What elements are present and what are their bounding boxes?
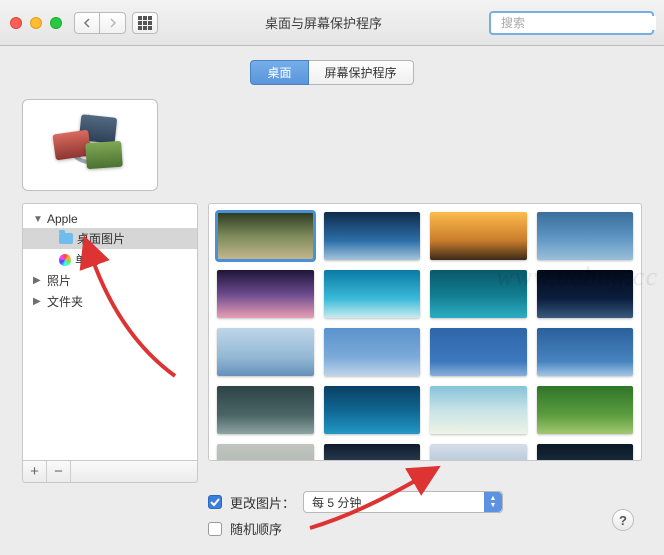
sidebar-item-label: 文件夹 — [47, 293, 83, 310]
wallpaper-thumb[interactable] — [217, 444, 314, 461]
change-picture-label: 更改图片： — [230, 493, 295, 512]
wallpaper-thumb[interactable] — [430, 328, 527, 376]
tab-bar: 桌面 屏幕保护程序 — [22, 60, 642, 85]
color-wheel-icon — [59, 254, 71, 266]
wallpaper-grid[interactable] — [208, 203, 642, 461]
minimize-window-button[interactable] — [30, 17, 42, 29]
window-title: 桌面与屏幕保护程序 — [158, 13, 489, 32]
tab-screensaver[interactable]: 屏幕保护程序 — [309, 60, 414, 85]
watermark: www.ucbug.cc — [496, 262, 658, 292]
wallpaper-thumb[interactable] — [217, 328, 314, 376]
wallpaper-thumb[interactable] — [537, 212, 634, 260]
select-stepper-icon: ▲▼ — [484, 492, 502, 512]
wallpaper-thumb[interactable] — [537, 444, 634, 461]
wallpaper-thumb[interactable] — [217, 212, 314, 260]
interval-value: 每 5 分钟 — [312, 494, 361, 511]
random-order-label: 随机顺序 — [230, 519, 282, 538]
wallpaper-thumb[interactable] — [430, 212, 527, 260]
wallpaper-thumb[interactable] — [537, 328, 634, 376]
disclosure-down-icon: ▼ — [33, 214, 43, 225]
tab-desktop[interactable]: 桌面 — [250, 60, 308, 85]
show-all-button[interactable] — [132, 12, 158, 34]
source-sidebar: ▼ Apple 桌面图片 单色 ▶ 照片 ▶ 文件夹 — [22, 203, 198, 461]
folder-icon — [59, 233, 73, 244]
nav-buttons — [74, 12, 126, 34]
disclosure-right-icon: ▶ — [33, 275, 43, 286]
search-field[interactable] — [489, 11, 654, 35]
back-button[interactable] — [74, 12, 100, 34]
zoom-window-button[interactable] — [50, 17, 62, 29]
wallpaper-thumb[interactable] — [430, 444, 527, 461]
wallpaper-thumb[interactable] — [217, 386, 314, 434]
preview-card-icon — [85, 141, 123, 169]
wallpaper-thumb[interactable] — [537, 386, 634, 434]
wallpaper-thumb[interactable] — [324, 386, 421, 434]
close-window-button[interactable] — [10, 17, 22, 29]
sidebar-item-label: 照片 — [47, 272, 71, 289]
sidebar-item-solid-colors[interactable]: 单色 — [23, 249, 197, 270]
wallpaper-thumb[interactable] — [430, 386, 527, 434]
options-panel: 更改图片： 每 5 分钟 ▲▼ 随机顺序 — [208, 491, 642, 538]
content-area: 桌面 屏幕保护程序 ▼ Apple 桌面图片 — [0, 46, 664, 555]
titlebar: 桌面与屏幕保护程序 — [0, 0, 664, 46]
change-picture-checkbox[interactable] — [208, 495, 222, 509]
wallpaper-thumb[interactable] — [324, 328, 421, 376]
wallpaper-thumb[interactable] — [324, 270, 421, 318]
sidebar-item-label: Apple — [47, 212, 78, 226]
sidebar-item-label: 单色 — [75, 251, 99, 268]
add-folder-button[interactable]: + — [23, 461, 47, 482]
wallpaper-thumb[interactable] — [324, 444, 421, 461]
search-input[interactable] — [501, 16, 656, 30]
sidebar-item-photos[interactable]: ▶ 照片 — [23, 270, 197, 291]
wallpaper-thumb[interactable] — [324, 212, 421, 260]
sidebar-footer: + − — [22, 461, 198, 483]
disclosure-right-icon: ▶ — [33, 296, 43, 307]
wallpaper-thumb[interactable] — [217, 270, 314, 318]
window-controls — [10, 17, 62, 29]
grid-icon — [138, 16, 152, 30]
sidebar-item-desktop-pictures[interactable]: 桌面图片 — [23, 228, 197, 249]
sidebar-item-label: 桌面图片 — [77, 230, 125, 247]
sidebar-item-folders[interactable]: ▶ 文件夹 — [23, 291, 197, 312]
wallpaper-preview — [22, 99, 158, 191]
forward-button[interactable] — [100, 12, 126, 34]
random-order-checkbox[interactable] — [208, 522, 222, 536]
sidebar-item-apple[interactable]: ▼ Apple — [23, 210, 197, 228]
interval-select[interactable]: 每 5 分钟 ▲▼ — [303, 491, 503, 513]
remove-folder-button[interactable]: − — [47, 461, 71, 482]
help-button[interactable]: ? — [612, 509, 634, 531]
